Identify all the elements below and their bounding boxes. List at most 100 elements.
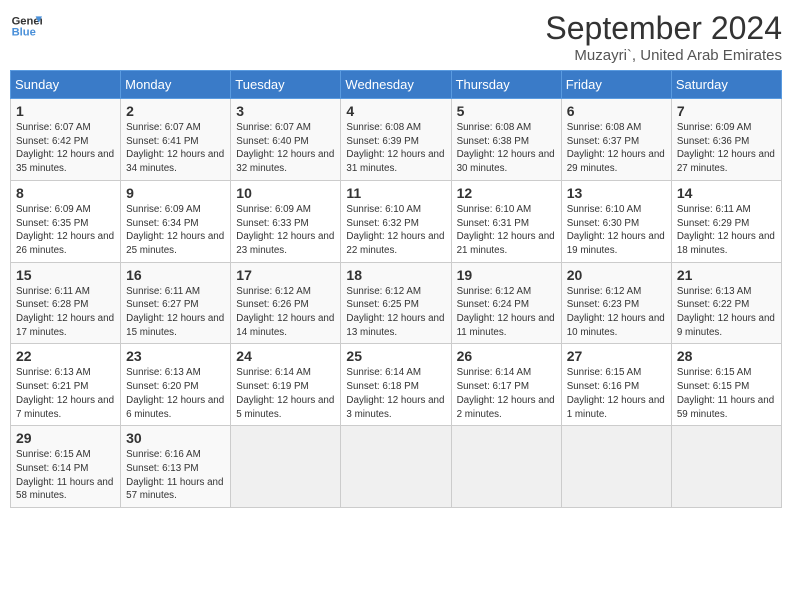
day-info: Sunrise: 6:10 AM Sunset: 6:30 PM Dayligh… [567, 203, 666, 258]
day-info: Sunrise: 6:08 AM Sunset: 6:37 PM Dayligh… [567, 121, 666, 176]
day-number: 21 [677, 267, 776, 283]
header-cell-thursday: Thursday [451, 71, 561, 99]
calendar-cell: 6 Sunrise: 6:08 AM Sunset: 6:37 PM Daylig… [561, 99, 671, 181]
calendar-cell [561, 426, 671, 508]
day-number: 23 [126, 348, 225, 364]
calendar-cell: 20 Sunrise: 6:12 AM Sunset: 6:23 PM Dayli… [561, 262, 671, 344]
day-number: 8 [16, 185, 115, 201]
day-info: Sunrise: 6:12 AM Sunset: 6:26 PM Dayligh… [236, 285, 335, 340]
calendar-cell: 19Sunrise: 6:12 AM Sunset: 6:24 PM Dayli… [451, 262, 561, 344]
header-cell-monday: Monday [121, 71, 231, 99]
day-number: 13 [567, 185, 666, 201]
header-cell-tuesday: Tuesday [231, 71, 341, 99]
calendar-cell: 12 Sunrise: 6:10 AM Sunset: 6:31 PM Dayli… [451, 180, 561, 262]
day-info: Sunrise: 6:11 AM Sunset: 6:29 PM Dayligh… [677, 203, 776, 258]
calendar-cell: 18 Sunrise: 6:12 AM Sunset: 6:25 PM Dayli… [341, 262, 451, 344]
header-cell-friday: Friday [561, 71, 671, 99]
calendar-cell: 3 Sunrise: 6:07 AM Sunset: 6:40 PM Daylig… [231, 99, 341, 181]
calendar-cell: 4Sunrise: 6:08 AM Sunset: 6:39 PM Daylig… [341, 99, 451, 181]
day-info: Sunrise: 6:07 AM Sunset: 6:42 PM Dayligh… [16, 121, 115, 176]
calendar-body: 1 Sunrise: 6:07 AM Sunset: 6:42 PM Daylig… [11, 99, 782, 508]
calendar-cell: 29 Sunrise: 6:15 AM Sunset: 6:14 PM Dayli… [11, 426, 121, 508]
day-number: 25 [346, 348, 445, 364]
page-header: General Blue September 2024 Muzayri`, Un… [10, 10, 782, 64]
day-info: Sunrise: 6:08 AM Sunset: 6:38 PM Dayligh… [457, 121, 556, 176]
header-cell-wednesday: Wednesday [341, 71, 451, 99]
calendar-cell: 23 Sunrise: 6:13 AM Sunset: 6:20 PM Dayli… [121, 344, 231, 426]
day-info: Sunrise: 6:09 AM Sunset: 6:36 PM Dayligh… [677, 121, 776, 176]
calendar-cell: 2 Sunrise: 6:07 AM Sunset: 6:41 PM Daylig… [121, 99, 231, 181]
calendar-cell: 24 Sunrise: 6:14 AM Sunset: 6:19 PM Dayli… [231, 344, 341, 426]
calendar-cell: 7 Sunrise: 6:09 AM Sunset: 6:36 PM Daylig… [671, 99, 781, 181]
day-number: 7 [677, 103, 776, 119]
header-cell-sunday: Sunday [11, 71, 121, 99]
day-info: Sunrise: 6:13 AM Sunset: 6:22 PM Dayligh… [677, 285, 776, 340]
day-number: 18 [346, 267, 445, 283]
day-info: Sunrise: 6:12 AM Sunset: 6:24 PM Dayligh… [457, 285, 556, 340]
calendar-cell [231, 426, 341, 508]
calendar-table: SundayMondayTuesdayWednesdayThursdayFrid… [10, 70, 782, 508]
title-block: September 2024 Muzayri`, United Arab Emi… [545, 10, 782, 64]
day-info: Sunrise: 6:09 AM Sunset: 6:34 PM Dayligh… [126, 203, 225, 258]
day-number: 12 [457, 185, 556, 201]
day-info: Sunrise: 6:15 AM Sunset: 6:16 PM Dayligh… [567, 366, 666, 421]
calendar-week-2: 8Sunrise: 6:09 AM Sunset: 6:35 PM Daylig… [11, 180, 782, 262]
header-cell-saturday: Saturday [671, 71, 781, 99]
calendar-cell: 11 Sunrise: 6:10 AM Sunset: 6:32 PM Dayli… [341, 180, 451, 262]
calendar-week-3: 15Sunrise: 6:11 AM Sunset: 6:28 PM Dayli… [11, 262, 782, 344]
calendar-week-1: 1 Sunrise: 6:07 AM Sunset: 6:42 PM Daylig… [11, 99, 782, 181]
calendar-week-4: 22Sunrise: 6:13 AM Sunset: 6:21 PM Dayli… [11, 344, 782, 426]
day-info: Sunrise: 6:10 AM Sunset: 6:31 PM Dayligh… [457, 203, 556, 258]
calendar-cell: 30 Sunrise: 6:16 AM Sunset: 6:13 PM Dayli… [121, 426, 231, 508]
day-info: Sunrise: 6:14 AM Sunset: 6:19 PM Dayligh… [236, 366, 335, 421]
calendar-cell: 25Sunrise: 6:14 AM Sunset: 6:18 PM Dayli… [341, 344, 451, 426]
calendar-cell: 10Sunrise: 6:09 AM Sunset: 6:33 PM Dayli… [231, 180, 341, 262]
calendar-week-5: 29 Sunrise: 6:15 AM Sunset: 6:14 PM Dayli… [11, 426, 782, 508]
day-number: 29 [16, 430, 115, 446]
calendar-cell: 17 Sunrise: 6:12 AM Sunset: 6:26 PM Dayli… [231, 262, 341, 344]
calendar-cell: 5 Sunrise: 6:08 AM Sunset: 6:38 PM Daylig… [451, 99, 561, 181]
calendar-header: SundayMondayTuesdayWednesdayThursdayFrid… [11, 71, 782, 99]
calendar-cell: 13 Sunrise: 6:10 AM Sunset: 6:30 PM Dayli… [561, 180, 671, 262]
day-info: Sunrise: 6:15 AM Sunset: 6:14 PM Dayligh… [16, 448, 115, 503]
day-info: Sunrise: 6:07 AM Sunset: 6:40 PM Dayligh… [236, 121, 335, 176]
day-number: 3 [236, 103, 335, 119]
day-number: 17 [236, 267, 335, 283]
day-number: 14 [677, 185, 776, 201]
calendar-cell: 14 Sunrise: 6:11 AM Sunset: 6:29 PM Dayli… [671, 180, 781, 262]
logo-icon: General Blue [10, 10, 42, 42]
day-info: Sunrise: 6:15 AM Sunset: 6:15 PM Dayligh… [677, 366, 776, 421]
day-number: 30 [126, 430, 225, 446]
location: Muzayri`, United Arab Emirates [545, 47, 782, 64]
day-info: Sunrise: 6:16 AM Sunset: 6:13 PM Dayligh… [126, 448, 225, 503]
day-number: 5 [457, 103, 556, 119]
header-row: SundayMondayTuesdayWednesdayThursdayFrid… [11, 71, 782, 99]
calendar-cell: 21 Sunrise: 6:13 AM Sunset: 6:22 PM Dayli… [671, 262, 781, 344]
day-number: 22 [16, 348, 115, 364]
day-info: Sunrise: 6:08 AM Sunset: 6:39 PM Dayligh… [346, 121, 445, 176]
day-number: 20 [567, 267, 666, 283]
calendar-cell [341, 426, 451, 508]
day-number: 1 [16, 103, 115, 119]
day-number: 11 [346, 185, 445, 201]
calendar-cell: 15Sunrise: 6:11 AM Sunset: 6:28 PM Dayli… [11, 262, 121, 344]
day-number: 28 [677, 348, 776, 364]
calendar-cell: 26Sunrise: 6:14 AM Sunset: 6:17 PM Dayli… [451, 344, 561, 426]
day-info: Sunrise: 6:07 AM Sunset: 6:41 PM Dayligh… [126, 121, 225, 176]
day-info: Sunrise: 6:13 AM Sunset: 6:20 PM Dayligh… [126, 366, 225, 421]
day-info: Sunrise: 6:12 AM Sunset: 6:23 PM Dayligh… [567, 285, 666, 340]
svg-text:Blue: Blue [12, 27, 36, 39]
day-number: 6 [567, 103, 666, 119]
day-number: 2 [126, 103, 225, 119]
calendar-cell: 27Sunrise: 6:15 AM Sunset: 6:16 PM Dayli… [561, 344, 671, 426]
day-info: Sunrise: 6:10 AM Sunset: 6:32 PM Dayligh… [346, 203, 445, 258]
calendar-cell [451, 426, 561, 508]
day-number: 16 [126, 267, 225, 283]
day-info: Sunrise: 6:09 AM Sunset: 6:33 PM Dayligh… [236, 203, 335, 258]
day-number: 9 [126, 185, 225, 201]
day-info: Sunrise: 6:11 AM Sunset: 6:27 PM Dayligh… [126, 285, 225, 340]
day-info: Sunrise: 6:12 AM Sunset: 6:25 PM Dayligh… [346, 285, 445, 340]
day-number: 24 [236, 348, 335, 364]
day-info: Sunrise: 6:14 AM Sunset: 6:17 PM Dayligh… [457, 366, 556, 421]
calendar-cell: 1 Sunrise: 6:07 AM Sunset: 6:42 PM Daylig… [11, 99, 121, 181]
